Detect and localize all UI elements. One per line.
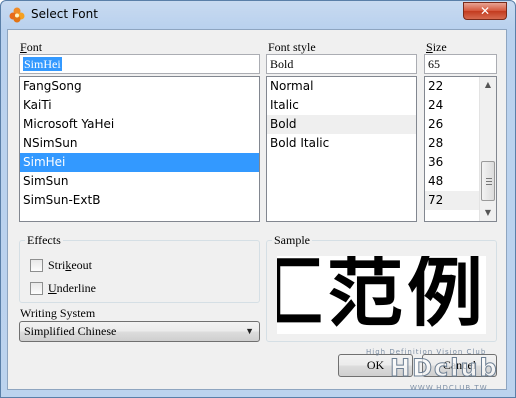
scroll-up-arrow-icon[interactable]: ▲ bbox=[480, 77, 496, 93]
paint-palette-icon bbox=[9, 7, 25, 23]
sample-text: 汇范例 bbox=[277, 256, 486, 334]
window-title: Select Font bbox=[31, 7, 98, 21]
font-input-value: SimHei bbox=[23, 57, 62, 71]
style-item-italic[interactable]: Italic bbox=[267, 96, 416, 115]
underline-label[interactable]: Underline bbox=[48, 281, 96, 296]
font-label: Font bbox=[20, 40, 43, 54]
font-input[interactable]: SimHei bbox=[19, 54, 260, 74]
grip-line bbox=[486, 178, 492, 179]
font-item-fangsong[interactable]: FangSong bbox=[20, 77, 259, 96]
size-list-scrollbar[interactable]: ▲ ▼ bbox=[479, 77, 496, 221]
writing-system-label: Writing System bbox=[20, 306, 96, 320]
scrollbar-thumb[interactable] bbox=[481, 161, 495, 201]
font-style-list[interactable]: Normal Italic Bold Bold Italic bbox=[266, 76, 417, 222]
grip-line bbox=[486, 181, 492, 182]
font-item-simsun[interactable]: SimSun bbox=[20, 172, 259, 191]
font-style-input-value: Bold bbox=[270, 57, 294, 71]
sample-group-title: Sample bbox=[272, 233, 312, 248]
style-item-bold-italic[interactable]: Bold Italic bbox=[267, 134, 416, 153]
writing-system-value: Simplified Chinese bbox=[24, 324, 117, 338]
font-item-simsun-extb[interactable]: SimSun-ExtB bbox=[20, 191, 259, 210]
title-bar[interactable]: Select Font ✕ bbox=[1, 1, 515, 29]
font-item-microsoft-yahei[interactable]: Microsoft YaHei bbox=[20, 115, 259, 134]
writing-system-select[interactable]: Simplified Chinese ▼ bbox=[19, 321, 260, 342]
size-input-value: 65 bbox=[428, 57, 440, 71]
grip-line bbox=[486, 184, 492, 185]
underline-checkbox[interactable] bbox=[30, 282, 43, 295]
style-item-bold[interactable]: Bold bbox=[267, 115, 416, 134]
font-item-nsimsun[interactable]: NSimSun bbox=[20, 134, 259, 153]
strikeout-label[interactable]: Strikeout bbox=[48, 258, 92, 273]
strikeout-checkbox[interactable] bbox=[30, 259, 43, 272]
size-input[interactable]: 65 bbox=[424, 54, 497, 74]
watermark-url: WWW.HDCLUB.TW bbox=[410, 384, 488, 392]
size-label: Size bbox=[426, 40, 447, 54]
font-item-simhei[interactable]: SimHei bbox=[20, 153, 259, 172]
scroll-down-arrow-icon[interactable]: ▼ bbox=[480, 205, 496, 221]
close-button[interactable]: ✕ bbox=[463, 2, 507, 20]
font-item-kaiti[interactable]: KaiTi bbox=[20, 96, 259, 115]
font-style-label: Font style bbox=[268, 40, 316, 54]
font-list[interactable]: FangSong KaiTi Microsoft YaHei NSimSun S… bbox=[19, 76, 260, 222]
watermark-logo: HDclub bbox=[390, 354, 499, 383]
style-item-normal[interactable]: Normal bbox=[267, 77, 416, 96]
font-style-input[interactable]: Bold bbox=[266, 54, 417, 74]
close-icon: ✕ bbox=[479, 4, 491, 18]
watermark: High Definition Vision Club HDclub WWW.H… bbox=[360, 346, 516, 398]
sample-preview: 汇范例 bbox=[277, 256, 486, 334]
size-list[interactable]: 22 24 26 28 36 48 72 ▲ ▼ bbox=[424, 76, 497, 222]
dropdown-arrow-icon: ▼ bbox=[245, 326, 254, 336]
effects-group-title: Effects bbox=[25, 233, 63, 248]
